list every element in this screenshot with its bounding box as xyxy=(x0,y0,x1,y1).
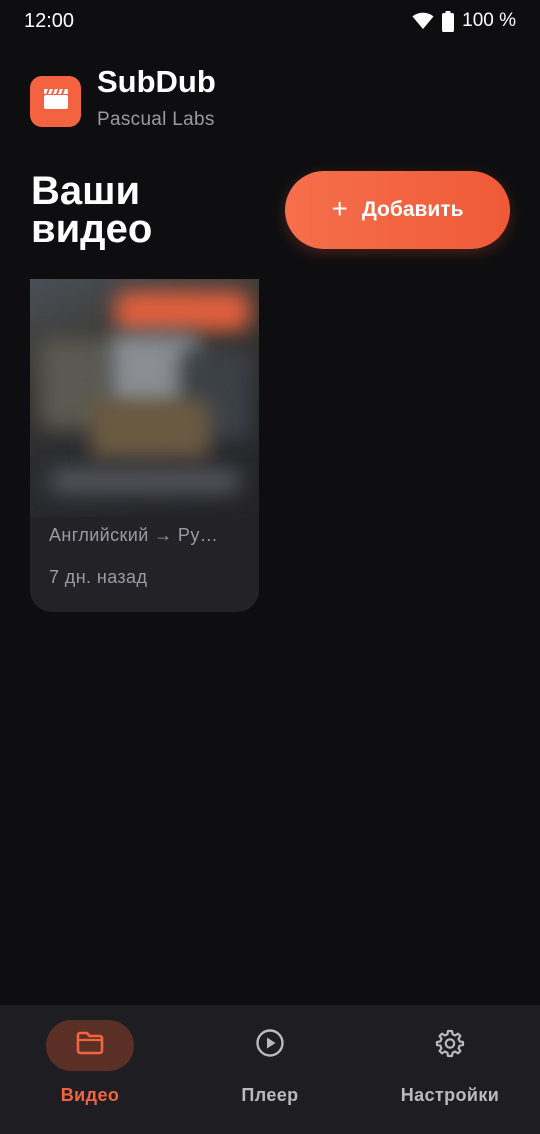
video-thumbnail xyxy=(30,279,259,517)
status-time: 12:00 xyxy=(24,10,75,32)
wifi-icon xyxy=(412,12,434,30)
add-button-label: Добавить xyxy=(361,198,464,221)
bottom-nav: Видео Плеер Настройки xyxy=(0,1005,540,1134)
nav-pill-player xyxy=(226,1020,314,1071)
battery-level: 100 % xyxy=(462,10,516,31)
nav-item-settings[interactable]: Настройки xyxy=(360,1005,540,1134)
app-logo xyxy=(30,76,81,127)
video-card[interactable]: Английский → Ру… 7 дн. назад xyxy=(30,279,259,612)
nav-pill-videos xyxy=(46,1020,134,1071)
status-icons: 100 % xyxy=(412,10,516,32)
plus-icon: + xyxy=(331,192,348,224)
page-title: Ваши видео xyxy=(31,169,153,251)
screen: 12:00 100 % SubDub Pascual Labs Ваши вид… xyxy=(0,0,540,1134)
battery-icon xyxy=(442,10,455,32)
video-date: 7 дн. назад xyxy=(49,567,148,587)
gear-icon xyxy=(435,1028,465,1063)
status-bar: 12:00 100 % xyxy=(0,0,540,44)
clapperboard-icon xyxy=(43,88,69,115)
nav-label-videos: Видео xyxy=(60,1085,120,1105)
app-developer: Pascual Labs xyxy=(97,109,215,130)
nav-item-videos[interactable]: Видео xyxy=(0,1005,180,1134)
folder-icon xyxy=(76,1031,104,1060)
play-circle-icon xyxy=(255,1028,285,1063)
nav-item-player[interactable]: Плеер xyxy=(180,1005,360,1134)
nav-label-settings: Настройки xyxy=(400,1085,500,1105)
video-languages: Английский → Ру… xyxy=(49,525,219,545)
app-title: SubDub xyxy=(97,64,216,99)
nav-label-player: Плеер xyxy=(241,1085,299,1105)
nav-pill-settings xyxy=(406,1020,494,1071)
add-video-button[interactable]: + Добавить xyxy=(285,171,510,249)
